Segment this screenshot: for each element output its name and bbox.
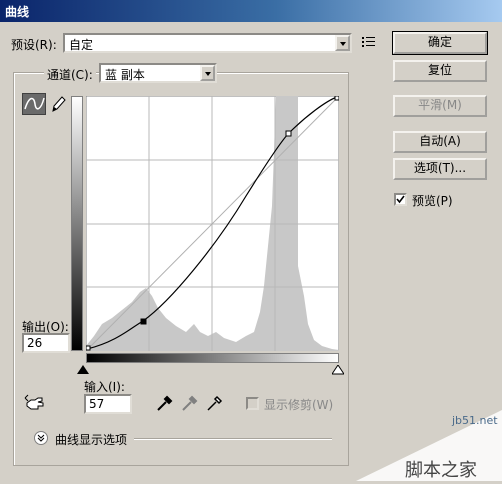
curve-graph[interactable] [86,96,339,351]
input-label: 输入(I): [84,380,125,394]
ok-button[interactable]: 确定 [392,31,488,55]
pencil-icon[interactable] [49,94,67,114]
input-value: 57 [89,397,105,411]
expand-chevron-icon[interactable] [34,431,48,445]
preset-label: 预设(R): [11,38,57,52]
output-gradient-bar [71,96,83,351]
output-value: 26 [27,336,43,350]
watermark-site: jb51.net [452,414,498,427]
gray-eyedropper-icon[interactable] [181,394,199,412]
black-eyedropper-icon[interactable] [156,394,174,412]
input-field[interactable]: 57 [84,394,132,414]
white-eyedropper-icon[interactable] [206,394,224,412]
watermark-brand: 脚本之家 [405,460,477,481]
smooth-button[interactable]: 平滑(M) [393,95,487,117]
output-field[interactable]: 26 [22,333,70,353]
preset-dropdown[interactable]: 自定 [63,33,352,53]
auto-button[interactable]: 自动(A) [393,131,487,153]
preview-label: 预览(P) [412,194,453,208]
show-clipping-label: 显示修剪(W) [264,398,334,412]
chevron-down-icon[interactable] [200,65,215,81]
show-clipping-checkbox[interactable] [246,397,259,410]
curve-point [334,96,339,101]
curve-point [86,345,91,351]
input-gradient-bar [86,353,339,363]
hand-adjust-icon[interactable] [24,394,46,412]
black-point-slider[interactable] [77,364,89,374]
curve-point [285,130,292,137]
chevron-down-icon[interactable] [335,35,350,51]
white-point-slider[interactable] [331,364,345,375]
reset-button[interactable]: 复位 [393,60,487,82]
divider [134,438,332,440]
preset-value: 自定 [69,38,94,52]
list-menu-icon[interactable] [362,35,376,49]
window-title: 曲线 [5,5,30,19]
options-button[interactable]: 选项(T)... [393,158,487,180]
channel-dropdown[interactable]: 蓝 副本 [99,63,217,83]
curve-point-icon[interactable] [22,93,46,115]
preview-checkbox[interactable] [394,193,407,206]
title-bar [0,0,502,22]
channel-value: 蓝 副本 [105,68,145,82]
curve-point-selected [140,318,147,325]
curve-display-options-label: 曲线显示选项 [55,433,128,447]
channel-label: 通道(C): [44,66,96,83]
